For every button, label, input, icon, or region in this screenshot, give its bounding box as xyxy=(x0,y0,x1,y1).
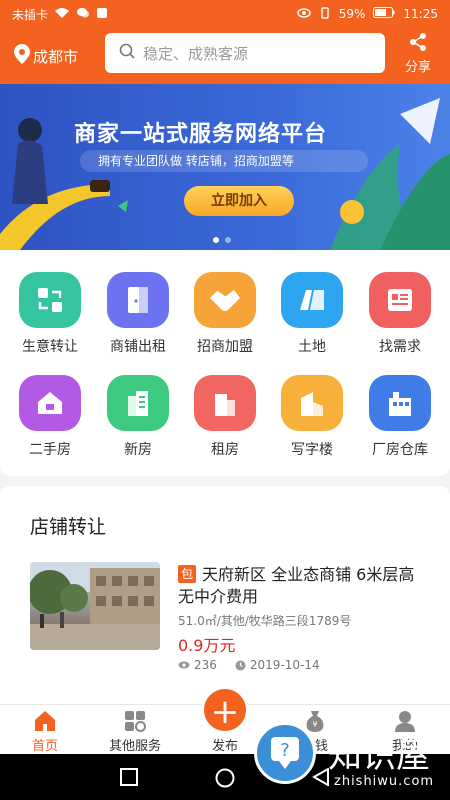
carousel-indicator xyxy=(213,237,231,243)
tab-label: 其他服务 xyxy=(108,739,161,754)
category-find-demand[interactable]: 找需求 xyxy=(355,272,445,356)
handshake-icon xyxy=(194,272,256,328)
home-icon xyxy=(0,709,90,733)
carrier-label: 未插卡 xyxy=(12,7,49,22)
watermark-logo-icon: ? xyxy=(254,722,316,784)
category-second-hand-house[interactable]: 二手房 xyxy=(5,375,95,459)
door-icon xyxy=(107,272,169,328)
location-pin-icon xyxy=(14,44,33,68)
watermark-text: 知识屋 xyxy=(328,736,430,776)
search-input[interactable]: 稳定、成熟客源 xyxy=(105,33,385,73)
tab-other-services[interactable]: 其他服务 xyxy=(90,709,180,754)
share-button[interactable]: 分享 xyxy=(400,32,436,75)
battery-percent: 59% xyxy=(338,7,366,21)
land-icon xyxy=(281,272,343,328)
category-label: 新房 xyxy=(124,442,152,458)
package-tag: 包 xyxy=(178,565,196,583)
category-new-house[interactable]: 新房 xyxy=(93,375,183,459)
promo-banner[interactable]: 商家一站式服务网络平台 拥有专业团队做 转店铺，招商加盟等 立即加入 xyxy=(0,84,450,250)
share-icon xyxy=(408,33,428,56)
app-notification-icon xyxy=(96,7,108,22)
category-label: 厂房仓库 xyxy=(372,442,428,458)
tab-home[interactable]: 首页 xyxy=(0,709,90,754)
eye-icon xyxy=(178,661,190,669)
search-placeholder: 稳定、成熟客源 xyxy=(143,44,249,63)
recent-apps-button[interactable] xyxy=(120,768,138,790)
svg-text:?: ? xyxy=(280,740,290,761)
listing-title: 包天府新区 全业态商铺 6米层高 无中介费用 xyxy=(178,564,420,608)
category-label: 租房 xyxy=(211,442,239,458)
banner-title: 商家一站式服务网络平台 xyxy=(74,122,328,147)
battery-icon xyxy=(373,7,395,21)
category-land[interactable]: 土地 xyxy=(267,272,357,356)
new-building-icon xyxy=(107,375,169,431)
listing-title-text: 天府新区 全业态商铺 6米层高 无中介费用 xyxy=(178,565,415,606)
listing-price: 0.9万元 xyxy=(178,636,236,655)
category-label: 二手房 xyxy=(29,442,71,458)
category-rent-house[interactable]: 租房 xyxy=(180,375,270,459)
home-nav-button[interactable] xyxy=(215,768,235,792)
clock: 11:25 xyxy=(403,7,438,21)
category-office[interactable]: 写字楼 xyxy=(267,375,357,459)
category-label: 招商加盟 xyxy=(197,339,253,355)
services-icon xyxy=(90,709,180,733)
office-icon xyxy=(281,375,343,431)
category-label: 写字楼 xyxy=(291,442,333,458)
category-label: 土地 xyxy=(298,339,326,355)
demand-icon xyxy=(369,272,431,328)
tab-label: 首页 xyxy=(31,739,58,754)
category-shop-rental[interactable]: 商铺出租 xyxy=(93,272,183,356)
banner-subtitle: 拥有专业团队做 转店铺，招商加盟等 xyxy=(80,150,368,172)
listing-stats: 236 2019-10-14 xyxy=(178,658,320,672)
eye-icon xyxy=(296,7,311,21)
transfer-icon xyxy=(19,272,81,328)
vibrate-icon xyxy=(319,6,331,22)
post-date: 2019-10-14 xyxy=(249,658,320,672)
category-label: 商铺出租 xyxy=(110,339,166,355)
view-count: 236 xyxy=(194,658,217,672)
category-franchise[interactable]: 招商加盟 xyxy=(180,272,270,356)
header: 成都市 稳定、成熟客源 分享 xyxy=(0,28,450,84)
wifi-icon xyxy=(54,7,70,22)
category-business-transfer[interactable]: 生意转让 xyxy=(5,272,95,356)
share-label: 分享 xyxy=(404,60,431,75)
factory-icon xyxy=(369,375,431,431)
listing-card[interactable]: 包天府新区 全业态商铺 6米层高 无中介费用 51.0㎡/其他/牧华路三段178… xyxy=(30,562,420,672)
search-icon xyxy=(119,43,143,63)
category-label: 找需求 xyxy=(379,339,421,355)
watermark-url: zhishiwu.com xyxy=(334,774,435,789)
wechat-icon xyxy=(76,7,90,22)
publish-button[interactable]: + xyxy=(201,686,249,734)
carousel-dot-active xyxy=(213,237,219,243)
shop-transfer-section: 店铺转让 包天府新区 全业态商铺 6米层高 无中介费用 51.0㎡/其他/牧华路… xyxy=(0,486,450,704)
watermark: ? 知识屋 zhishiwu.com xyxy=(254,718,450,798)
carousel-dot xyxy=(225,237,231,243)
rent-building-icon xyxy=(194,375,256,431)
category-grid: 生意转让 商铺出租 招商加盟 土地 找需求 二手房 新房 租房 写字楼 厂房仓库 xyxy=(0,250,450,476)
plus-icon: + xyxy=(210,692,240,732)
category-label: 生意转让 xyxy=(22,339,78,355)
status-bar: 未插卡 59% 11:25 xyxy=(0,0,450,28)
listing-photo xyxy=(30,562,160,650)
section-title: 店铺转让 xyxy=(30,516,107,538)
listing-meta: 51.0㎡/其他/牧华路三段1789号 xyxy=(178,614,352,628)
city-selector[interactable]: 成都市 xyxy=(14,44,102,68)
city-label: 成都市 xyxy=(33,47,79,66)
join-now-button[interactable]: 立即加入 xyxy=(184,186,294,216)
clock-icon xyxy=(235,660,246,671)
category-factory-warehouse[interactable]: 厂房仓库 xyxy=(355,375,445,459)
house-icon xyxy=(19,375,81,431)
